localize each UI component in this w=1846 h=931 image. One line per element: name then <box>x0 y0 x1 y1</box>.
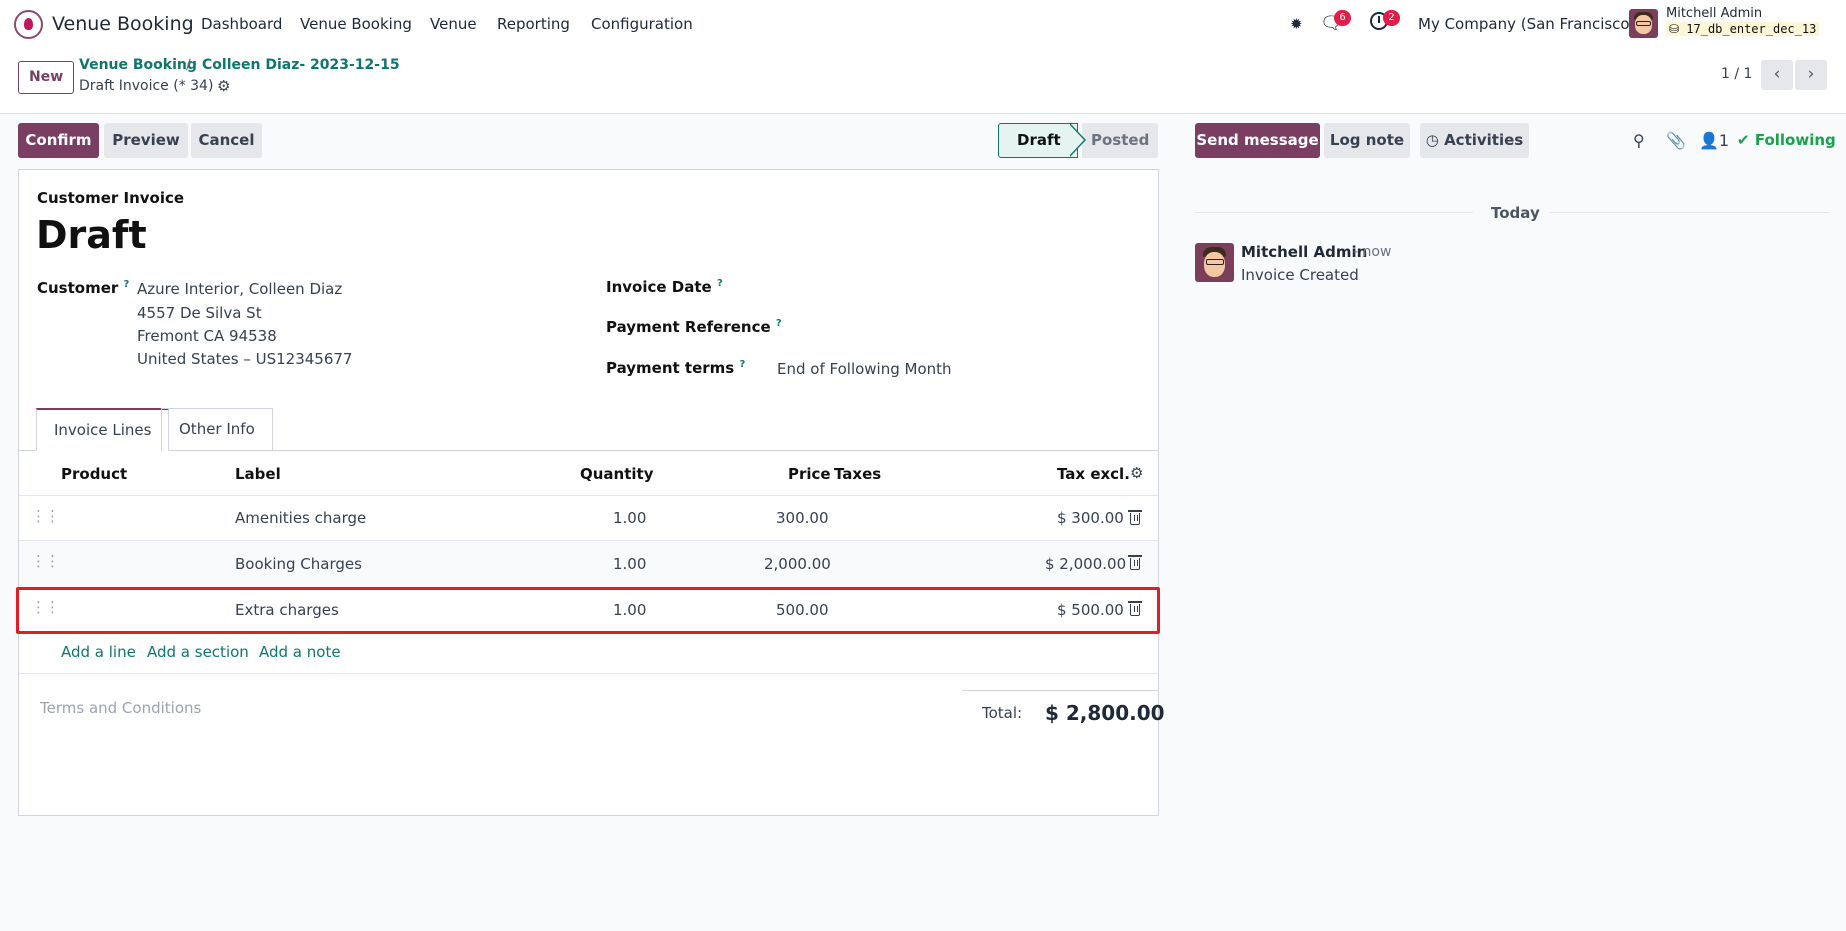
database-label: 17_db_enter_dec_13 <box>1686 22 1817 36</box>
record-title: Draft Invoice (* 34) <box>79 78 214 94</box>
add-section-link[interactable]: Add a section <box>147 643 249 661</box>
column-label[interactable]: Label <box>235 465 281 483</box>
column-taxes[interactable]: Taxes <box>834 465 881 483</box>
drag-handle-icon[interactable]: ⋮⋮ <box>31 507 60 525</box>
activities-count-badge: 2 <box>1383 10 1400 26</box>
messages-count-badge: 6 <box>1334 10 1351 26</box>
highlighted-row-outline <box>16 587 1160 634</box>
payment-reference-field[interactable] <box>776 312 1146 342</box>
database-name: ⛁ 17_db_enter_dec_13 <box>1666 22 1820 36</box>
search-icon[interactable]: ⚲ <box>1633 131 1645 150</box>
drag-handle-icon[interactable]: ⋮⋮ <box>31 552 60 570</box>
message-body: Invoice Created <box>1241 266 1359 284</box>
document-type: Customer Invoice <box>37 189 185 207</box>
menu-configuration[interactable]: Configuration <box>591 15 693 33</box>
status-draft[interactable]: Draft <box>998 123 1078 158</box>
total-label: Total: <box>982 704 1023 722</box>
app-logo-icon[interactable] <box>14 10 43 39</box>
user-name[interactable]: Mitchell Admin <box>1666 6 1762 21</box>
confirm-button[interactable]: Confirm <box>18 123 99 158</box>
chevron-right-icon: › <box>1807 64 1815 84</box>
message-author[interactable]: Mitchell Admin <box>1241 243 1367 261</box>
chevron-left-icon: ‹ <box>1773 64 1781 84</box>
invoice-date-field[interactable] <box>776 272 1146 302</box>
gear-icon[interactable]: ⚙ <box>217 77 230 95</box>
log-note-button[interactable]: Log note <box>1324 123 1410 158</box>
pager-next-button[interactable]: › <box>1795 60 1827 90</box>
add-note-link[interactable]: Add a note <box>259 643 341 661</box>
app-name[interactable]: Venue Booking <box>52 13 194 35</box>
customer-country-vat: United States – US12345677 <box>137 350 353 368</box>
menu-reporting[interactable]: Reporting <box>497 15 570 33</box>
menu-venue-booking[interactable]: Venue Booking <box>300 15 412 33</box>
document-title: Draft <box>36 213 147 257</box>
line-label[interactable]: Booking Charges <box>235 555 362 573</box>
payment-terms-value[interactable]: End of Following Month <box>777 360 952 378</box>
menu-dashboard[interactable]: Dashboard <box>201 15 282 33</box>
clock-icon: ◷ <box>1425 131 1439 149</box>
terms-and-conditions-field[interactable]: Terms and Conditions <box>40 699 201 717</box>
customer-street: 4557 De Silva St <box>137 304 262 322</box>
breadcrumb-separator: / <box>186 57 191 73</box>
tab-invoice-lines[interactable]: Invoice Lines <box>36 408 170 451</box>
check-icon: ✔ <box>1737 131 1750 149</box>
tab-other-info[interactable]: Other Info <box>161 408 273 451</box>
followers-count: 1 <box>1718 131 1730 150</box>
line-quantity[interactable]: 1.00 <box>613 555 646 573</box>
column-settings-icon[interactable]: ⚙ <box>1130 464 1143 482</box>
activities-button[interactable]: ◷ Activities <box>1420 123 1529 158</box>
cancel-button[interactable]: Cancel <box>191 123 262 158</box>
pager-previous-button[interactable]: ‹ <box>1761 60 1793 90</box>
column-product[interactable]: Product <box>61 465 127 483</box>
customer-label: Customer ? <box>37 279 130 297</box>
following-toggle[interactable]: ✔ Following <box>1737 131 1836 149</box>
line-label[interactable]: Amenities charge <box>235 509 366 527</box>
customer-name[interactable]: Azure Interior, Colleen Diaz <box>137 280 342 298</box>
send-message-button[interactable]: Send message <box>1195 123 1320 158</box>
payment-terms-label: Payment terms ? <box>606 359 746 377</box>
column-price[interactable]: Price <box>788 465 831 483</box>
pager-value[interactable]: 1 / 1 <box>1721 66 1752 82</box>
line-price[interactable]: 2,000.00 <box>764 555 831 573</box>
message-author-avatar[interactable] <box>1195 243 1234 282</box>
line-subtotal: $ 300.00 <box>1057 509 1124 527</box>
delete-line-icon[interactable] <box>1128 555 1142 570</box>
invoice-date-label: Invoice Date ? <box>606 278 723 296</box>
customer-city: Fremont CA 94538 <box>137 327 277 345</box>
message-time: - now <box>1353 244 1392 260</box>
add-line-link[interactable]: Add a line <box>61 643 136 661</box>
line-quantity[interactable]: 1.00 <box>613 509 646 527</box>
line-price[interactable]: 300.00 <box>776 509 829 527</box>
company-switcher[interactable]: My Company (San Francisco) <box>1418 15 1635 33</box>
new-button[interactable]: New <box>18 61 75 94</box>
followers-icon[interactable]: 👤1 <box>1699 131 1729 150</box>
paperclip-icon[interactable]: 📎 <box>1666 131 1686 150</box>
column-quantity[interactable]: Quantity <box>580 465 654 483</box>
menu-venue[interactable]: Venue <box>430 15 477 33</box>
help-icon[interactable]: ? <box>124 279 130 290</box>
breadcrumb-booking-record[interactable]: Colleen Diaz- 2023-12-15 <box>202 57 400 73</box>
delete-line-icon[interactable] <box>1128 510 1142 525</box>
breadcrumb-venue-booking[interactable]: Venue Booking <box>79 57 197 73</box>
status-posted[interactable]: Posted <box>1082 123 1158 158</box>
debug-bug-icon[interactable]: ✹ <box>1290 15 1303 33</box>
line-subtotal: $ 2,000.00 <box>1045 555 1127 573</box>
help-icon[interactable]: ? <box>739 359 745 370</box>
payment-reference-label: Payment Reference ? <box>606 318 782 336</box>
help-icon[interactable]: ? <box>717 278 723 289</box>
date-separator: Today <box>1491 204 1540 222</box>
total-amount: $ 2,800.00 <box>1045 701 1165 725</box>
column-tax-excl[interactable]: Tax excl. <box>1057 465 1130 483</box>
table-row <box>19 541 1158 586</box>
preview-button[interactable]: Preview <box>104 123 188 158</box>
user-avatar[interactable] <box>1629 9 1658 38</box>
